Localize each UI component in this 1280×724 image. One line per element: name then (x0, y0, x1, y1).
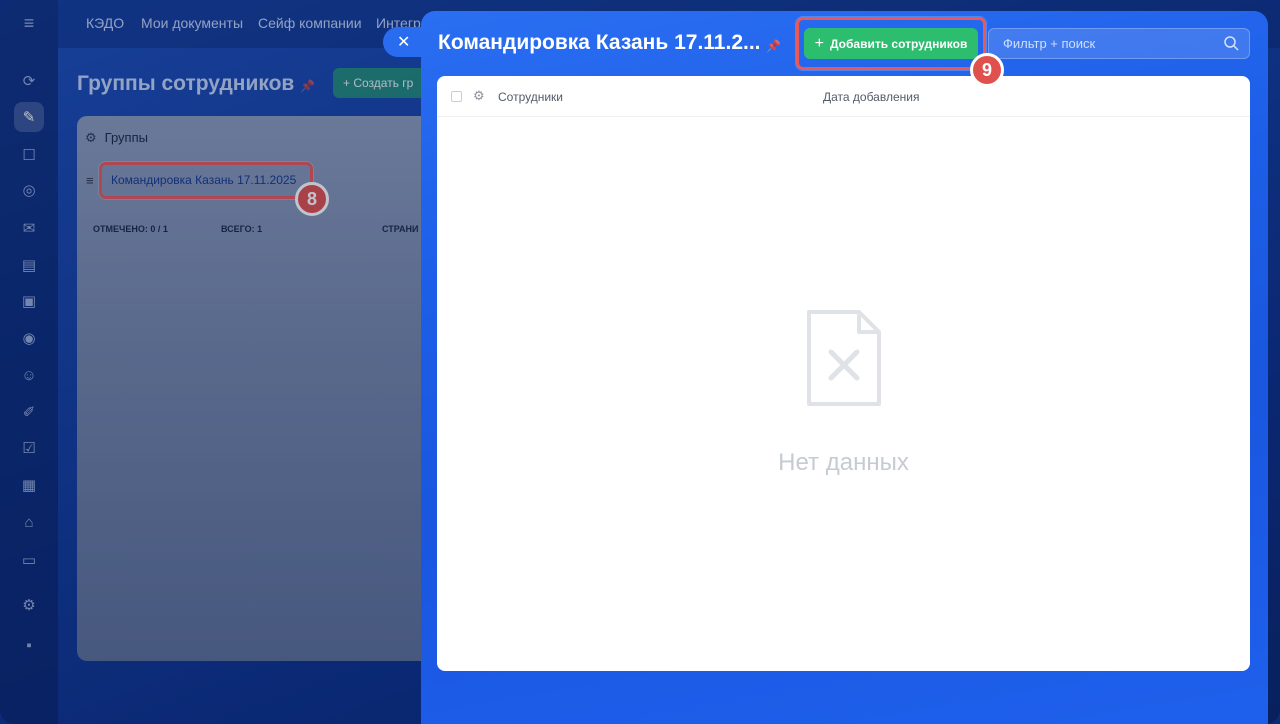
settings-icon[interactable]: ⚙ (14, 590, 44, 620)
left-icon-rail: ≡ ⟳ ✎ ☐ ◎ ✉ ▤ ▣ ◉ ☺ ✐ ☑ ▦ ⌂ ▭ ⚙ ▪ (0, 0, 58, 724)
table-header: ⚙ Сотрудники Дата добавления (437, 76, 1250, 117)
drag-handle-icon[interactable]: ≡ (86, 173, 94, 188)
target-icon[interactable]: ◉ (14, 323, 44, 353)
total-count: ВСЕГО: 1 (221, 224, 263, 234)
pin-icon[interactable]: 📌 (300, 79, 315, 93)
marked-count: ОТМЕЧЕНО: 0 / 1 (93, 224, 168, 234)
page-title: Группы сотрудников 📌 (77, 72, 316, 95)
step-badge-8: 8 (295, 182, 329, 216)
nav-link-company-safe[interactable]: Сейф компании (258, 15, 362, 31)
contacts-icon[interactable]: ◎ (14, 175, 44, 205)
menu-hamburger-icon[interactable]: ≡ (14, 8, 44, 38)
slider-title: Командировка Казань 17.11.2... (438, 31, 761, 54)
apps-icon[interactable]: ▪ (14, 630, 44, 660)
calendar-icon[interactable]: ▦ (14, 470, 44, 500)
gear-icon[interactable]: ⚙ (473, 88, 485, 104)
search-input[interactable] (989, 29, 1219, 58)
chat-icon[interactable]: ☐ (14, 140, 44, 170)
column-employees[interactable]: Сотрудники (498, 90, 563, 104)
pen-icon[interactable]: ✐ (14, 397, 44, 427)
sync-icon[interactable]: ⟳ (14, 66, 44, 96)
nav-link-my-documents[interactable]: Мои документы (141, 15, 243, 31)
empty-state-text: Нет данных (778, 449, 909, 476)
highlight-box-group (99, 162, 313, 199)
search-icon[interactable] (1223, 35, 1239, 51)
notes-icon[interactable]: ▤ (14, 250, 44, 280)
column-date-added[interactable]: Дата добавления (823, 90, 919, 104)
pages-label: СТРАНИ (382, 224, 419, 234)
groups-header: ⚙ Группы (85, 130, 148, 145)
app-window: ≡ ⟳ ✎ ☐ ◎ ✉ ▤ ▣ ◉ ☺ ✐ ☑ ▦ ⌂ ▭ ⚙ ▪ КЭДО М… (0, 0, 1280, 724)
documents-edit-icon[interactable]: ✎ (14, 102, 44, 132)
select-all-checkbox[interactable] (451, 91, 462, 102)
pin-icon[interactable]: 📌 (766, 39, 781, 53)
mail-icon[interactable]: ✉ (14, 213, 44, 243)
checkbox-icon[interactable]: ☑ (14, 433, 44, 463)
search-box (988, 28, 1250, 59)
id-card-icon[interactable]: ▣ (14, 286, 44, 316)
plus-icon: + (343, 76, 354, 90)
card-icon[interactable]: ▭ (14, 545, 44, 575)
nav-link-kedo[interactable]: КЭДО (86, 15, 124, 31)
group-slider-panel: Командировка Казань 17.11.2... 📌 + Добави… (421, 11, 1268, 724)
step-badge-9: 9 (970, 53, 1004, 87)
employees-table: ⚙ Сотрудники Дата добавления Нет данных (437, 76, 1250, 671)
close-icon: ✕ (397, 34, 411, 51)
robot-icon[interactable]: ⌂ (14, 507, 44, 537)
highlight-box-add-button (796, 17, 986, 70)
empty-document-icon (807, 310, 881, 406)
gear-icon[interactable]: ⚙ (85, 130, 97, 145)
users-icon[interactable]: ☺ (14, 360, 44, 390)
